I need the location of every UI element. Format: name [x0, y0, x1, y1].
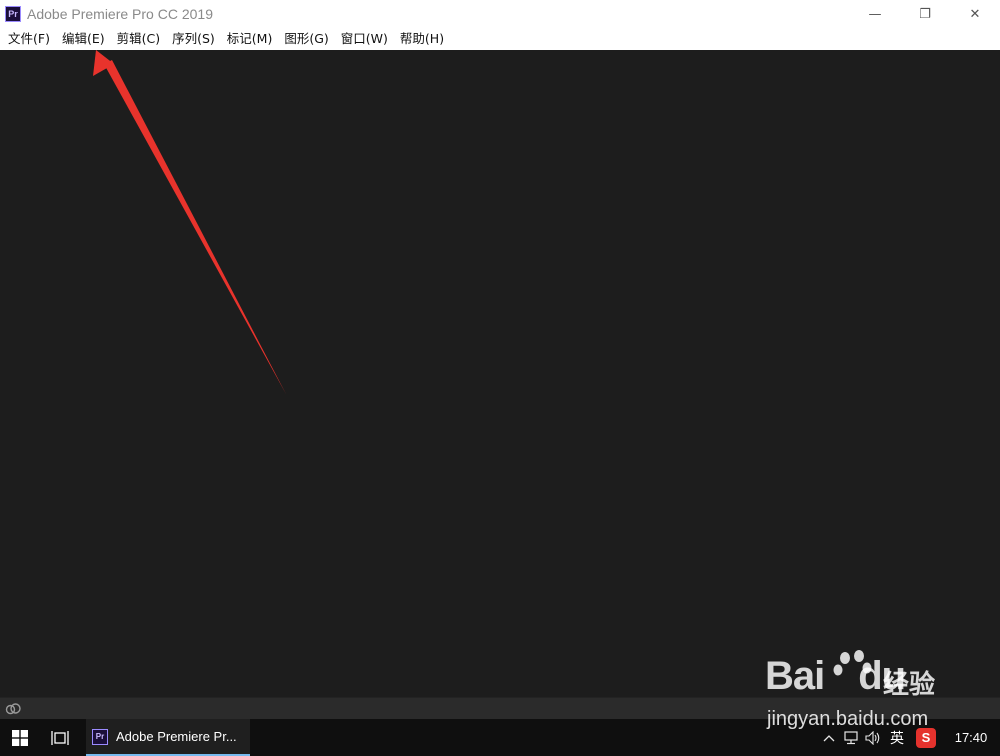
tray-clock[interactable]: 17:40: [942, 730, 1000, 745]
start-button[interactable]: [0, 719, 40, 756]
system-tray: 英 S 17:40: [818, 719, 1000, 756]
menu-clip[interactable]: 剪辑(C): [111, 28, 166, 50]
task-view-button[interactable]: [40, 719, 80, 756]
taskbar-app-label: Adobe Premiere Pr...: [116, 729, 237, 744]
close-icon: ✕: [969, 6, 981, 22]
status-bar: [0, 697, 1000, 719]
tray-ime-indicator[interactable]: 英: [884, 719, 910, 756]
menu-sequence[interactable]: 序列(S): [166, 28, 221, 50]
menu-graphics[interactable]: 图形(G): [278, 28, 334, 50]
minimize-icon: —: [868, 6, 882, 22]
tray-expand-button[interactable]: [818, 719, 840, 756]
menu-bar: 文件(F) 编辑(E) 剪辑(C) 序列(S) 标记(M) 图形(G) 窗口(W…: [0, 28, 1000, 50]
premiere-taskbar-icon: Pr: [92, 728, 108, 745]
restore-button[interactable]: ❐: [900, 0, 950, 28]
network-icon: [844, 730, 858, 744]
premiere-app-icon[interactable]: Pr: [5, 6, 21, 22]
sogou-ime-icon[interactable]: S: [916, 727, 936, 748]
taskbar-app-premiere[interactable]: Pr Adobe Premiere Pr...: [86, 719, 250, 756]
creative-cloud-icon[interactable]: [4, 700, 22, 718]
speaker-icon: [865, 730, 880, 745]
tray-volume-button[interactable]: [862, 719, 884, 756]
workspace-area[interactable]: [0, 50, 1000, 697]
windows-taskbar: Pr Adobe Premiere Pr... 英 S 17:40: [0, 719, 1000, 756]
menu-edit[interactable]: 编辑(E): [56, 28, 111, 50]
chevron-up-icon: [823, 734, 835, 741]
tray-network-button[interactable]: [840, 719, 862, 756]
menu-window[interactable]: 窗口(W): [335, 28, 394, 50]
menu-markers[interactable]: 标记(M): [221, 28, 279, 50]
menu-help[interactable]: 帮助(H): [394, 28, 450, 50]
window-controls: — ❐ ✕: [850, 0, 1000, 28]
windows-logo-icon: [12, 729, 28, 746]
window-title: Adobe Premiere Pro CC 2019: [27, 6, 213, 22]
menu-file[interactable]: 文件(F): [2, 28, 56, 50]
restore-icon: ❐: [919, 6, 931, 22]
task-view-icon: [51, 730, 69, 745]
minimize-button[interactable]: —: [850, 0, 900, 28]
close-button[interactable]: ✕: [950, 0, 1000, 28]
window-titlebar: Pr Adobe Premiere Pro CC 2019 — ❐ ✕: [0, 0, 1000, 28]
